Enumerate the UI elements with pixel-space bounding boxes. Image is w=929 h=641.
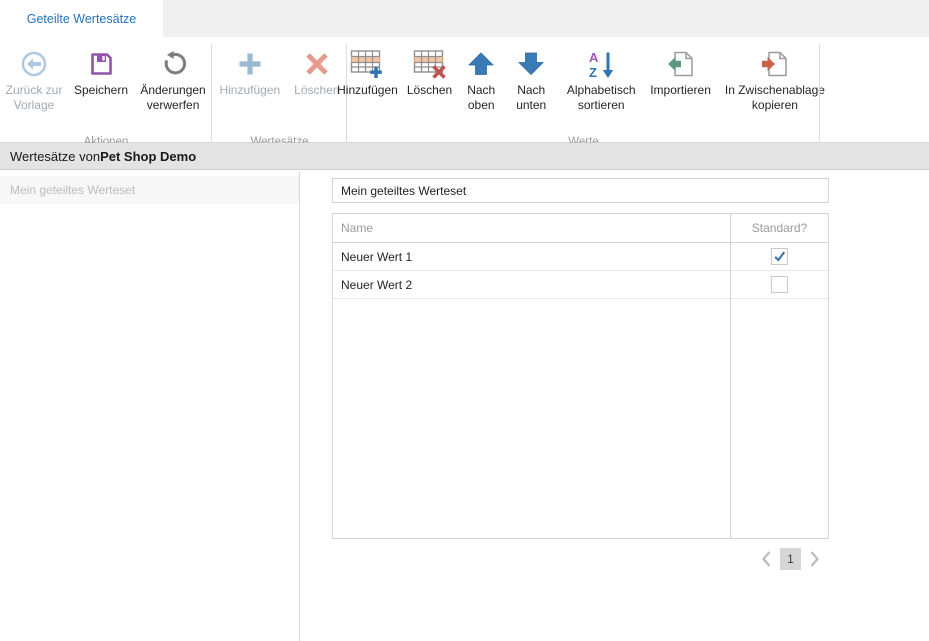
value-name-cell[interactable]: Neuer Wert 1 (333, 250, 731, 264)
current-page-indicator[interactable]: 1 (780, 548, 801, 570)
table-row[interactable]: Neuer Wert 2 (333, 271, 828, 299)
page-title-prefix: Wertesätze von (10, 149, 100, 164)
checkmark-icon (773, 250, 786, 263)
page-title-name: Pet Shop Demo (100, 149, 196, 164)
column-divider (730, 214, 731, 538)
add-valueset-button[interactable]: Hinzufügen (217, 46, 282, 98)
previous-page-button[interactable] (760, 550, 772, 568)
arrow-up-icon (468, 46, 494, 82)
table-header-row: Name Standard? (333, 214, 828, 243)
back-to-template-button[interactable]: Zurück zur Vorlage (0, 46, 68, 113)
values-table: Name Standard? Neuer Wert 1 Neuer Wert 2 (332, 213, 829, 539)
svg-text:Z: Z (589, 65, 597, 79)
standard-cell (731, 276, 828, 293)
save-icon (87, 46, 115, 82)
import-button[interactable]: Importieren (648, 46, 713, 98)
main-panel: Name Standard? Neuer Wert 1 Neuer Wert 2 (300, 171, 929, 641)
sort-alphabetical-button[interactable]: A Z Alphabetisch sortieren (559, 46, 643, 113)
standard-checkbox[interactable] (771, 248, 788, 265)
chevron-right-icon (809, 550, 821, 568)
next-page-button[interactable] (809, 550, 821, 568)
copy-clipboard-icon (761, 46, 789, 82)
ribbon-group-aktionen: Zurück zur Vorlage Speichern Änderungen … (0, 37, 212, 151)
page-title: Wertesätze von Pet Shop Demo (0, 143, 929, 170)
sidebar: Mein geteiltes Werteset (0, 171, 300, 641)
table-row[interactable]: Neuer Wert 1 (333, 243, 828, 271)
arrow-down-icon (518, 46, 544, 82)
tab-label: Geteilte Wertesätze (27, 12, 137, 26)
value-name-cell[interactable]: Neuer Wert 2 (333, 278, 731, 292)
plus-icon (237, 46, 263, 82)
standard-cell (731, 248, 828, 265)
ribbon: Zurück zur Vorlage Speichern Änderungen … (0, 37, 929, 143)
sort-az-icon: A Z (586, 46, 616, 82)
table-delete-icon (413, 46, 447, 82)
column-header-name: Name (333, 214, 731, 242)
valueset-name-input[interactable] (332, 178, 829, 203)
save-button[interactable]: Speichern (72, 46, 130, 98)
standard-checkbox[interactable] (771, 276, 788, 293)
x-icon (304, 46, 330, 82)
move-down-button[interactable]: Nach unten (508, 46, 554, 113)
tab-geteilte-wertesaetze[interactable]: Geteilte Wertesätze (0, 0, 163, 37)
column-header-standard: Standard? (731, 214, 828, 242)
undo-icon (159, 46, 187, 82)
move-up-button[interactable]: Nach oben (459, 46, 503, 113)
sidebar-item-werteset[interactable]: Mein geteiltes Werteset (0, 176, 299, 204)
tab-band: Geteilte Wertesätze (0, 0, 929, 37)
add-value-button[interactable]: Hinzufügen (335, 46, 400, 98)
pagination: 1 (760, 548, 821, 570)
ribbon-group-wertesaetze: Hinzufügen Löschen Wertesätze (212, 37, 347, 151)
chevron-left-icon (760, 550, 772, 568)
delete-value-button[interactable]: Löschen (405, 46, 454, 98)
import-icon (667, 46, 695, 82)
ribbon-group-werte: Hinzufügen Löschen Nach oben (347, 37, 820, 151)
copy-to-clipboard-button[interactable]: In Zwischenablage kopieren (718, 46, 832, 113)
table-add-icon (350, 46, 384, 82)
discard-changes-button[interactable]: Änderungen verwerfen (134, 46, 212, 113)
back-circle-icon (20, 46, 48, 82)
svg-text:A: A (589, 50, 599, 65)
